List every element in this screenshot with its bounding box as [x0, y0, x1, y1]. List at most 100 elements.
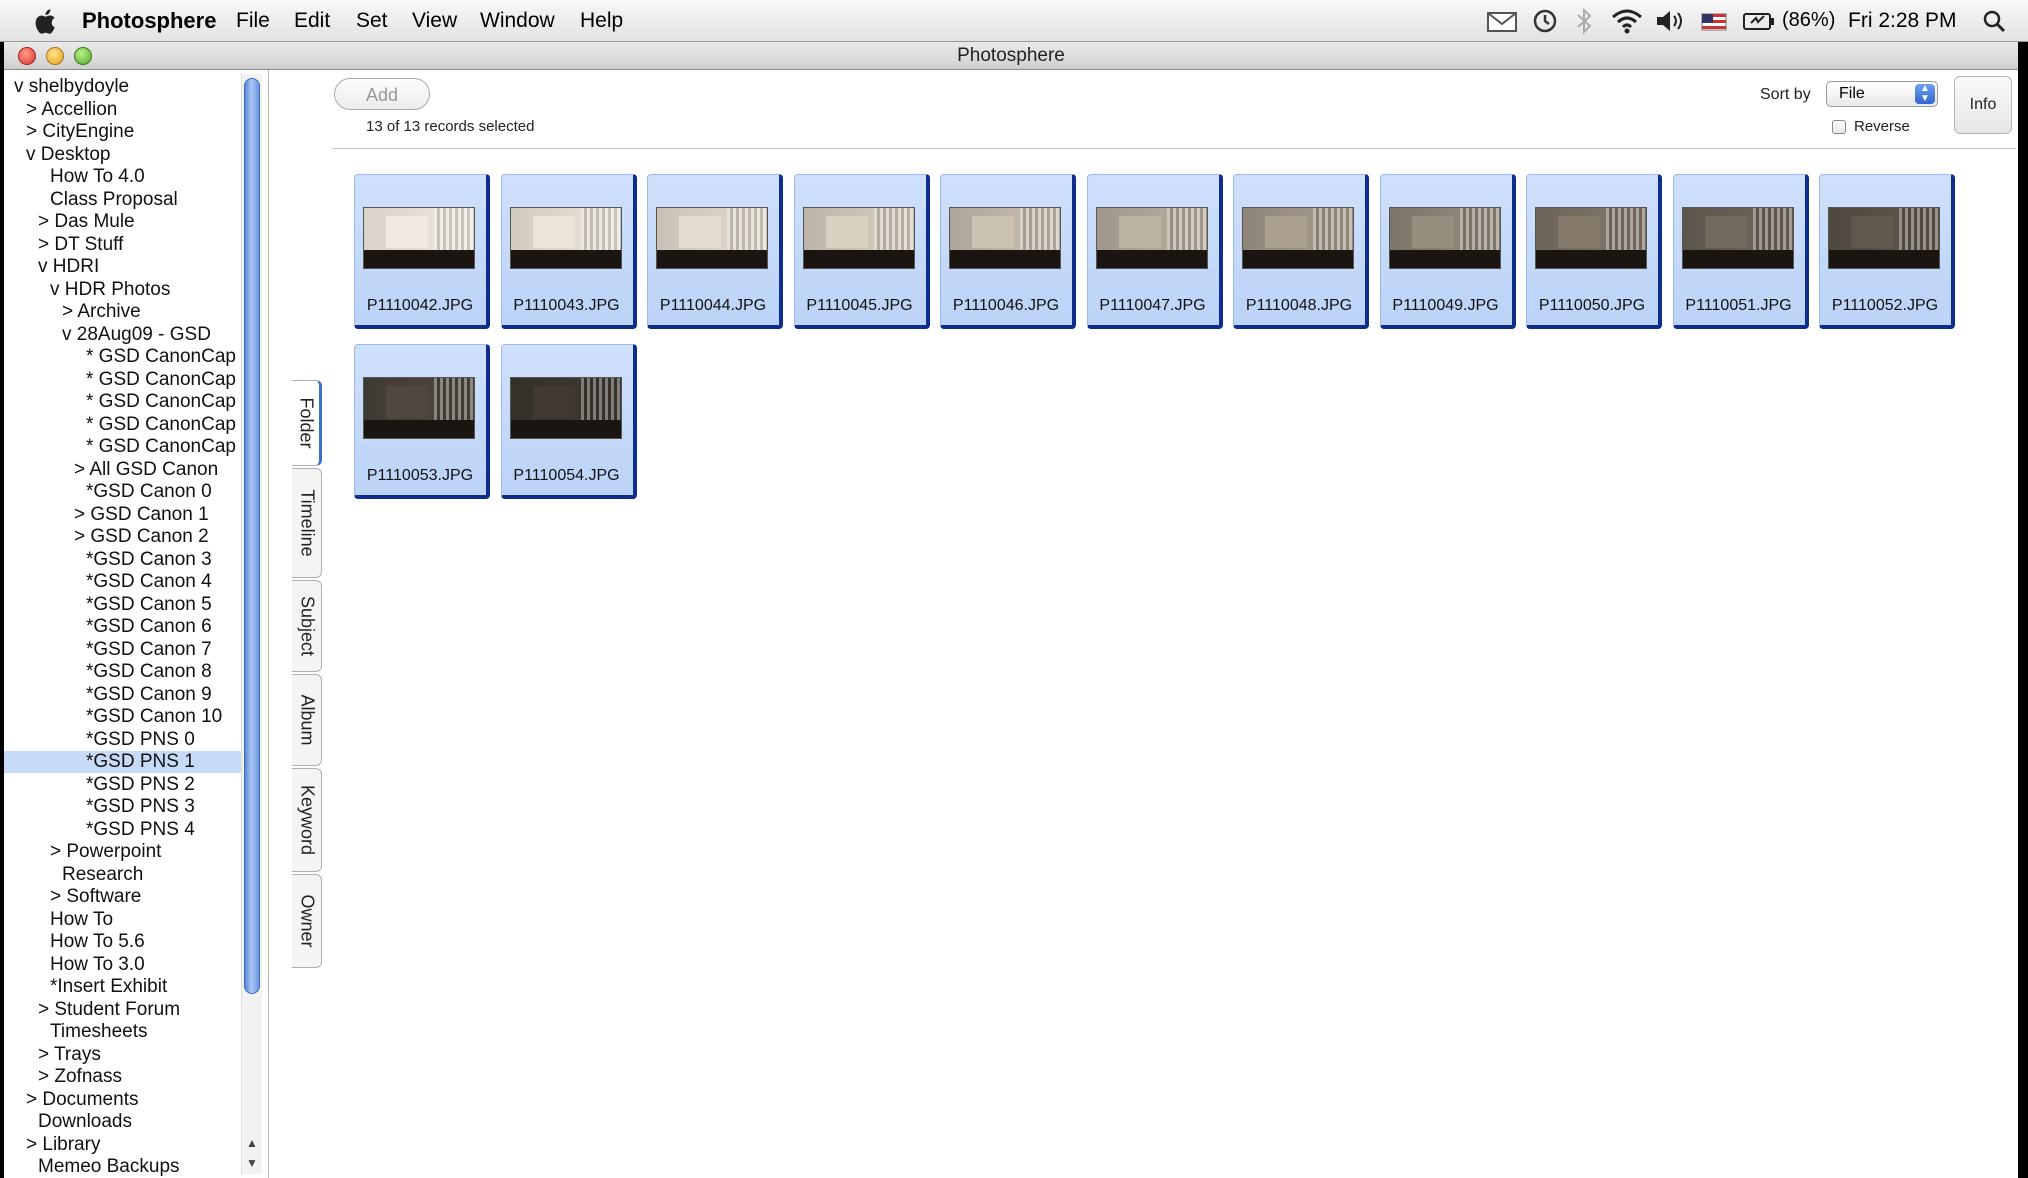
folder-tree-item[interactable]: * GSD CanonCap 1: [4, 346, 260, 368]
tab-folder[interactable]: Folder: [292, 380, 322, 466]
mail-icon[interactable]: [1486, 6, 1518, 36]
folder-tree-item[interactable]: *GSD Canon 8: [4, 661, 260, 683]
folder-tree-item-label: *GSD Canon 5: [86, 593, 212, 615]
folder-tree-item[interactable]: > GSD Canon 2: [4, 526, 260, 548]
app-menu[interactable]: Photosphere: [82, 8, 216, 34]
folder-tree-item-label: Class Proposal: [50, 188, 178, 210]
folder-tree-item[interactable]: How To 4.0: [4, 166, 260, 188]
reverse-checkbox[interactable]: [1832, 120, 1846, 134]
folder-tree-item[interactable]: > Archive: [4, 301, 260, 323]
folder-tree-item[interactable]: How To 3.0: [4, 954, 260, 976]
folder-tree-item-label: *GSD Canon 3: [86, 548, 212, 570]
photo-thumbnail[interactable]: P1110042.JPG: [354, 174, 490, 329]
folder-tree-item[interactable]: *GSD Canon 5: [4, 594, 260, 616]
folder-tree-item[interactable]: v HDR Photos: [4, 279, 260, 301]
photo-thumbnail[interactable]: P1110046.JPG: [940, 174, 1076, 329]
scroll-up-arrow-icon[interactable]: ▲: [242, 1136, 262, 1154]
folder-tree-item[interactable]: > GSD Canon 1: [4, 504, 260, 526]
folder-tree-item[interactable]: > Accellion: [4, 99, 260, 121]
scroll-down-arrow-icon[interactable]: ▼: [242, 1156, 262, 1174]
tab-album[interactable]: Album: [292, 674, 322, 766]
folder-tree-item[interactable]: * GSD CanonCap 2: [4, 369, 260, 391]
folder-tree-item[interactable]: *GSD Canon 6: [4, 616, 260, 638]
folder-tree-item[interactable]: *GSD PNS 2: [4, 774, 260, 796]
menu-file[interactable]: File: [236, 9, 270, 33]
sidebar-scroll-thumb[interactable]: [244, 78, 260, 994]
photo-thumbnail[interactable]: P1110047.JPG: [1086, 174, 1223, 329]
tab-subject[interactable]: Subject: [292, 580, 322, 672]
folder-tree-item[interactable]: > DT Stuff: [4, 234, 260, 256]
folder-tree-item[interactable]: *GSD Canon 9: [4, 684, 260, 706]
photo-thumbnail[interactable]: P1110044.JPG: [647, 174, 783, 329]
folder-tree-item[interactable]: *GSD PNS 3: [4, 796, 260, 818]
menu-clock[interactable]: Fri 2:28 PM: [1848, 9, 1957, 33]
folder-tree-item[interactable]: v 28Aug09 - GSD: [4, 324, 260, 346]
info-button[interactable]: Info: [1954, 76, 2012, 134]
folder-tree-item[interactable]: *GSD Canon 3: [4, 549, 260, 571]
apple-icon[interactable]: [32, 6, 62, 36]
folder-tree-item[interactable]: > All GSD Canon: [4, 459, 260, 481]
folder-tree-item[interactable]: Research: [4, 864, 260, 886]
wifi-icon[interactable]: [1610, 6, 1644, 36]
folder-tree-item[interactable]: > Student Forum: [4, 999, 260, 1021]
folder-tree-item[interactable]: * GSD CanonCap 4: [4, 414, 260, 436]
photo-thumbnail[interactable]: P1110051.JPG: [1672, 174, 1809, 329]
folder-tree-item[interactable]: *GSD PNS 1: [4, 751, 260, 773]
photo-thumbnail[interactable]: P1110048.JPG: [1233, 174, 1369, 329]
folder-tree-item[interactable]: *GSD Canon 4: [4, 571, 260, 593]
folder-tree-item-label: Downloads: [38, 1111, 132, 1132]
photo-thumbnail[interactable]: P1110054.JPG: [500, 344, 637, 499]
folder-tree-item[interactable]: Class Proposal: [4, 189, 260, 211]
folder-tree-item-label: How To 3.0: [50, 953, 145, 975]
title-bar[interactable]: Photosphere: [4, 42, 2018, 70]
folder-tree-item[interactable]: v HDRI: [4, 256, 260, 278]
folder-tree-item[interactable]: > Powerpoint: [4, 841, 260, 863]
tab-timeline[interactable]: Timeline: [292, 468, 322, 578]
folder-tree-item[interactable]: > Trays: [4, 1044, 260, 1066]
time-machine-icon[interactable]: [1530, 6, 1560, 36]
menu-view[interactable]: View: [412, 9, 457, 33]
folder-tree-item[interactable]: *GSD Canon 7: [4, 639, 260, 661]
folder-tree-item[interactable]: > Software: [4, 886, 260, 908]
folder-tree-item[interactable]: How To 5.6: [4, 931, 260, 953]
flag-icon[interactable]: [1700, 6, 1728, 36]
tab-owner[interactable]: Owner: [292, 874, 322, 968]
folder-tree-item[interactable]: Downloads: [4, 1111, 260, 1133]
folder-tree-item-label: *GSD Canon 10: [86, 706, 223, 727]
photo-thumbnail[interactable]: P1110052.JPG: [1819, 174, 1955, 329]
folder-tree-item[interactable]: *GSD Canon 10: [4, 706, 260, 728]
add-button[interactable]: Add: [334, 78, 430, 110]
folder-tree-item[interactable]: Memeo Backups: [4, 1156, 260, 1178]
photo-thumbnail[interactable]: P1110045.JPG: [793, 174, 930, 329]
folder-tree-item[interactable]: * GSD CanonCap 5: [4, 436, 260, 458]
menu-window[interactable]: Window: [480, 9, 555, 33]
bluetooth-icon[interactable]: [1572, 6, 1596, 36]
spotlight-search-icon[interactable]: [1980, 6, 2008, 36]
folder-tree-item[interactable]: > Documents: [4, 1089, 260, 1111]
photo-thumbnail[interactable]: P1110049.JPG: [1379, 174, 1516, 329]
folder-tree-item[interactable]: v Desktop: [4, 144, 260, 166]
battery-icon[interactable]: [1742, 6, 1776, 36]
menu-help[interactable]: Help: [580, 9, 623, 33]
folder-tree-item[interactable]: v shelbydoyle: [4, 76, 260, 98]
folder-tree-item[interactable]: *GSD PNS 0: [4, 729, 260, 751]
folder-tree-item[interactable]: > Das Mule: [4, 211, 260, 233]
tab-keyword[interactable]: Keyword: [292, 768, 322, 872]
folder-tree-item[interactable]: Timesheets: [4, 1021, 260, 1043]
menu-edit[interactable]: Edit: [294, 9, 330, 33]
folder-tree-item[interactable]: > CityEngine: [4, 121, 260, 143]
folder-tree-item[interactable]: *GSD PNS 4: [4, 819, 260, 841]
folder-tree-item[interactable]: > Zofnass: [4, 1066, 260, 1088]
photo-thumbnail[interactable]: P1110043.JPG: [500, 174, 637, 329]
folder-tree-item[interactable]: How To: [4, 909, 260, 931]
folder-tree-item[interactable]: *GSD Canon 0: [4, 481, 260, 503]
menu-set[interactable]: Set: [356, 9, 388, 33]
folder-tree-item[interactable]: *Insert Exhibit: [4, 976, 260, 998]
folder-tree-item[interactable]: * GSD CanonCap 3: [4, 391, 260, 413]
volume-icon[interactable]: [1654, 6, 1688, 36]
sort-by-select[interactable]: File ▲ ▼: [1826, 81, 1938, 107]
sidebar-scrollbar[interactable]: ▲ ▼: [241, 74, 262, 1174]
folder-tree-item[interactable]: > Library: [4, 1134, 260, 1156]
photo-thumbnail[interactable]: P1110050.JPG: [1526, 174, 1662, 329]
photo-thumbnail[interactable]: P1110053.JPG: [354, 344, 490, 499]
